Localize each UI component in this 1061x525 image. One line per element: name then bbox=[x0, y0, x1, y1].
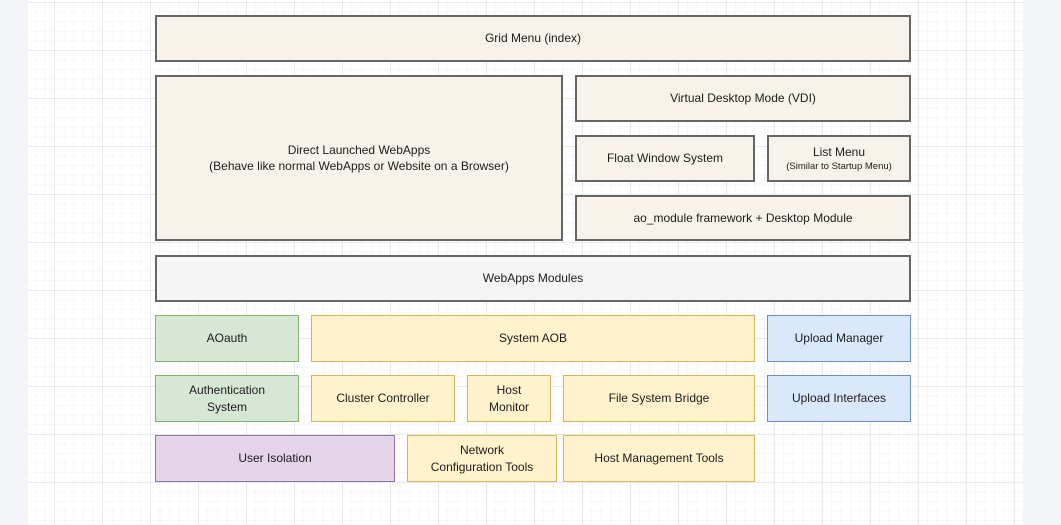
host-management-tools-box[interactable]: Host Management Tools bbox=[563, 435, 755, 482]
virtual-desktop-mode-label: Virtual Desktop Mode (VDI) bbox=[670, 90, 816, 106]
upload-manager-box[interactable]: Upload Manager bbox=[767, 315, 911, 362]
virtual-desktop-mode-box[interactable]: Virtual Desktop Mode (VDI) bbox=[575, 75, 911, 122]
system-aob-box[interactable]: System AOB bbox=[311, 315, 755, 362]
float-window-system-box[interactable]: Float Window System bbox=[575, 135, 755, 182]
cluster-controller-box[interactable]: Cluster Controller bbox=[311, 375, 455, 422]
network-configuration-tools-label: Network Configuration Tools bbox=[431, 442, 534, 474]
diagram-grid-canvas[interactable]: Grid Menu (index) Direct Launched WebApp… bbox=[28, 0, 1023, 525]
webapps-modules-box[interactable]: WebApps Modules bbox=[155, 255, 911, 302]
list-menu-box[interactable]: List Menu (Similar to Startup Menu) bbox=[767, 135, 911, 182]
upload-interfaces-label: Upload Interfaces bbox=[792, 390, 886, 406]
direct-launched-webapps-label: Direct Launched WebApps (Behave like nor… bbox=[209, 142, 509, 174]
host-management-tools-label: Host Management Tools bbox=[594, 450, 723, 466]
user-isolation-box[interactable]: User Isolation bbox=[155, 435, 395, 482]
aoauth-label: AOauth bbox=[207, 330, 248, 346]
float-window-system-label: Float Window System bbox=[607, 150, 723, 166]
aoauth-box[interactable]: AOauth bbox=[155, 315, 299, 362]
file-system-bridge-box[interactable]: File System Bridge bbox=[563, 375, 755, 422]
user-isolation-label: User Isolation bbox=[238, 450, 311, 466]
direct-launched-webapps-box[interactable]: Direct Launched WebApps (Behave like nor… bbox=[155, 75, 563, 241]
webapps-modules-label: WebApps Modules bbox=[483, 270, 584, 286]
grid-menu-label: Grid Menu (index) bbox=[485, 30, 581, 46]
authentication-system-label: Authentication System bbox=[189, 382, 265, 414]
network-configuration-tools-box[interactable]: Network Configuration Tools bbox=[407, 435, 557, 482]
ao-module-framework-box[interactable]: ao_module framework + Desktop Module bbox=[575, 195, 911, 241]
list-menu-label: List Menu bbox=[813, 144, 865, 160]
cluster-controller-label: Cluster Controller bbox=[336, 390, 429, 406]
upload-manager-label: Upload Manager bbox=[795, 330, 884, 346]
host-monitor-box[interactable]: Host Monitor bbox=[467, 375, 551, 422]
file-system-bridge-label: File System Bridge bbox=[609, 390, 710, 406]
grid-menu-box[interactable]: Grid Menu (index) bbox=[155, 15, 911, 62]
list-menu-sublabel: (Similar to Startup Menu) bbox=[786, 161, 892, 174]
ao-module-framework-label: ao_module framework + Desktop Module bbox=[633, 210, 852, 226]
upload-interfaces-box[interactable]: Upload Interfaces bbox=[767, 375, 911, 422]
system-aob-label: System AOB bbox=[499, 330, 567, 346]
host-monitor-label: Host Monitor bbox=[489, 382, 529, 414]
diagram-page: Grid Menu (index) Direct Launched WebApp… bbox=[0, 0, 1061, 525]
authentication-system-box[interactable]: Authentication System bbox=[155, 375, 299, 422]
